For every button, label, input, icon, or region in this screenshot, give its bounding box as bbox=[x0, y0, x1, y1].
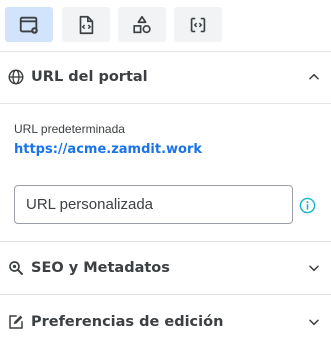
custom-url-input[interactable] bbox=[14, 185, 293, 224]
editor-toolbar bbox=[0, 0, 331, 52]
editing-preferences-section-header[interactable]: Preferencias de edición bbox=[0, 296, 331, 348]
chevron-up-icon bbox=[309, 73, 319, 80]
default-url-label: URL predeterminada bbox=[14, 122, 125, 136]
shapes-button[interactable] bbox=[118, 7, 166, 42]
default-url-link[interactable]: https://acme.zamdit.work bbox=[14, 142, 202, 157]
divider bbox=[0, 294, 331, 295]
info-icon[interactable] bbox=[299, 197, 316, 214]
chevron-down-icon bbox=[309, 265, 319, 272]
chevron-down-icon bbox=[309, 319, 319, 326]
globe-icon bbox=[8, 69, 24, 85]
divider bbox=[0, 103, 331, 104]
edit-icon bbox=[9, 315, 23, 329]
window-settings-button[interactable] bbox=[5, 7, 53, 42]
seo-section-header[interactable]: SEO y Metadatos bbox=[0, 242, 331, 294]
window-settings-icon bbox=[19, 16, 38, 34]
code-brackets-icon bbox=[190, 17, 206, 32]
section-title: Preferencias de edición bbox=[31, 314, 224, 330]
section-title: URL del portal bbox=[31, 69, 148, 85]
code-file-button[interactable] bbox=[62, 7, 110, 42]
section-title: SEO y Metadatos bbox=[31, 260, 170, 276]
search-icon bbox=[9, 261, 23, 275]
portal-url-section-header[interactable]: URL del portal bbox=[0, 51, 331, 103]
code-brackets-button[interactable] bbox=[174, 7, 222, 42]
shapes-icon bbox=[133, 15, 151, 33]
code-file-icon bbox=[79, 15, 94, 34]
